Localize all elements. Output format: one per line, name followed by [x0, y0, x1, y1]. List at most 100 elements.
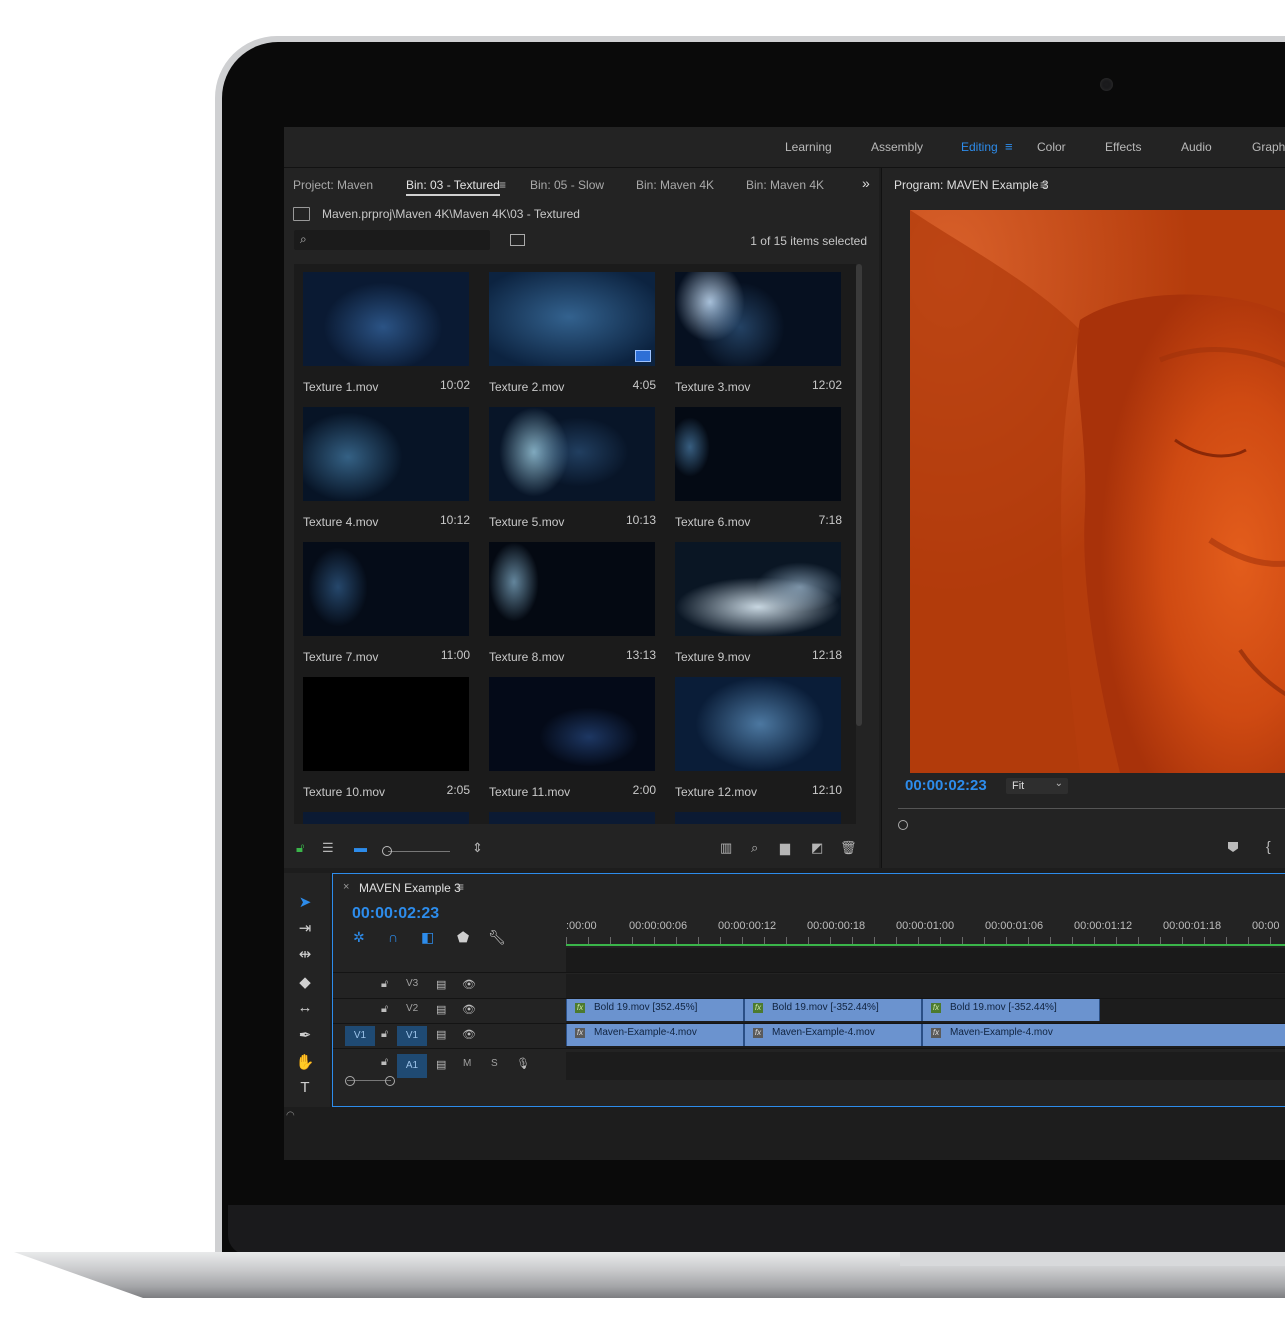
clip-tile[interactable]: Texture 5.mov 10:13	[480, 399, 666, 533]
overflow-chevron-icon[interactable]: »	[862, 175, 870, 191]
track-v3[interactable]	[566, 974, 1285, 998]
slip-tool-icon[interactable]: ↔	[293, 999, 317, 1021]
wrench-icon[interactable]: 🔧︎	[488, 929, 506, 946]
pen-tool-icon[interactable]: ✒	[293, 1026, 317, 1048]
selection-tool-icon[interactable]: ➤	[293, 893, 317, 915]
thumbnail-highlight	[529, 417, 629, 487]
program-scrubber[interactable]	[898, 808, 1285, 823]
sync-lock-icon[interactable]: ▤	[436, 1058, 446, 1071]
icon-view-icon[interactable]: ▬	[354, 840, 367, 855]
sort-icon[interactable]: ⇕	[472, 840, 483, 856]
sequence-tab[interactable]: MAVEN Example 3	[359, 881, 461, 895]
sync-lock-icon[interactable]: ▤	[436, 978, 446, 991]
track-label-a1[interactable]: A1	[397, 1054, 427, 1078]
panel-menu-icon[interactable]: ≡	[499, 178, 506, 192]
track-v1[interactable]: fx Maven-Example-4.mov fx Maven-Example-…	[566, 1024, 1285, 1048]
clip-v2-1[interactable]: fx Bold 19.mov [352.45%]	[566, 999, 744, 1021]
solo-button[interactable]: S	[491, 1058, 498, 1069]
tab-bin-maven-4k[interactable]: Bin: Maven 4K	[636, 178, 714, 192]
clip-tile[interactable]: Texture 2.mov 4:05	[480, 264, 666, 398]
tab-project-maven[interactable]: Project: Maven	[293, 178, 373, 192]
program-playhead[interactable]	[898, 820, 908, 830]
program-menu-icon[interactable]: ≡	[1040, 178, 1047, 192]
track-v2[interactable]: fx Bold 19.mov [352.45%] fx Bold 19.mov …	[566, 999, 1285, 1023]
workspace-color[interactable]: Color	[1037, 140, 1066, 154]
add-marker-icon[interactable]: ⬟	[457, 929, 469, 946]
clip-tile[interactable]: Texture 4.mov 10:12	[294, 399, 480, 533]
grid-scrollbar[interactable]	[856, 264, 862, 726]
tab-bin-slow[interactable]: Bin: 05 - Slow	[530, 178, 604, 192]
clip-tile[interactable]: Texture 6.mov 7:18	[666, 399, 852, 533]
timeline-timecode[interactable]: 00:00:02:23	[352, 905, 439, 923]
tab-bin-maven-4k-2[interactable]: Bin: Maven 4K	[746, 178, 824, 192]
new-search-bin-icon[interactable]	[510, 234, 525, 246]
ripple-edit-tool-icon[interactable]: ⇹	[293, 945, 317, 967]
clip-v1-2[interactable]: fx Maven-Example-4.mov	[744, 1024, 922, 1046]
eye-icon[interactable]: 👁︎	[462, 1028, 476, 1041]
clip-tile[interactable]: Texture 11.mov 2:00	[480, 669, 666, 803]
lock-icon[interactable]: 🔓︎	[381, 978, 388, 991]
clip-tile[interactable]: Texture 8.mov 13:13	[480, 534, 666, 668]
program-title[interactable]: Program: MAVEN Example 3	[894, 178, 1049, 192]
snap-magnet-icon[interactable]: ∩	[388, 929, 398, 945]
workspace-assembly[interactable]: Assembly	[871, 140, 923, 154]
lock-icon[interactable]: 🔓︎	[381, 1028, 388, 1041]
clip-tile[interactable]: Texture 1.mov 10:02	[294, 264, 480, 398]
workspace-learning[interactable]: Learning	[785, 140, 832, 154]
clip-tile[interactable]: Texture 3.mov 12:02	[666, 264, 852, 398]
new-bin-icon[interactable]: ▆	[780, 840, 790, 856]
scroll-knob-left[interactable]	[345, 1076, 355, 1086]
lock-icon[interactable]: 🔓︎	[381, 1003, 388, 1016]
eye-icon[interactable]: 👁︎	[462, 1003, 476, 1016]
clip-v2-2[interactable]: fx Bold 19.mov [-352.44%]	[744, 999, 922, 1021]
zoom-slider-knob[interactable]	[382, 846, 392, 856]
timeline-menu-icon[interactable]: ≡	[457, 880, 464, 894]
track-a1[interactable]	[566, 1052, 1285, 1080]
workspace-effects[interactable]: Effects	[1105, 140, 1141, 154]
workspace-audio[interactable]: Audio	[1181, 140, 1212, 154]
track-label-v1[interactable]: V1	[397, 1026, 427, 1046]
source-patch-v1[interactable]: V1	[345, 1026, 375, 1046]
clip-v1-1[interactable]: fx Maven-Example-4.mov	[566, 1024, 744, 1046]
workspace-editing[interactable]: Editing	[961, 140, 998, 154]
sync-lock-icon[interactable]: ▤	[436, 1003, 446, 1016]
linked-selection-icon[interactable]: ◧	[421, 929, 434, 946]
close-icon[interactable]: ×	[343, 881, 349, 893]
lock-icon[interactable]: 🔓︎	[296, 840, 304, 856]
clip-tile[interactable]: Texture 7.mov 11:00	[294, 534, 480, 668]
workspace-menu-icon[interactable]: ≡	[1005, 139, 1013, 154]
new-item-icon[interactable]: ◩	[811, 840, 823, 856]
track-select-tool-icon[interactable]: ⇥	[293, 919, 317, 941]
lock-icon[interactable]: 🔓︎	[381, 1056, 388, 1069]
zoom-level-select[interactable]: Fit ⌄	[1006, 778, 1068, 794]
tab-bin-textured[interactable]: Bin: 03 - Textured	[406, 178, 500, 196]
nest-icon[interactable]: ✲	[353, 929, 365, 946]
clip-grid: Texture 1.mov 10:02 Texture 2.mov 4:05 Textu…	[294, 264, 856, 824]
zoom-slider-track[interactable]	[388, 851, 450, 852]
track-label-v2[interactable]: V2	[406, 1003, 418, 1014]
clip-name: Texture 11.mov	[489, 785, 571, 799]
microphone-icon[interactable]: 🎙︎	[516, 1057, 530, 1070]
find-icon[interactable]: ⌕	[751, 840, 758, 856]
hand-tool-icon[interactable]: ✋	[293, 1053, 317, 1075]
eye-icon[interactable]: 👁︎	[462, 978, 476, 991]
clip-tile[interactable]: Texture 10.mov 2:05	[294, 669, 480, 803]
mark-in-icon[interactable]: {	[1266, 838, 1271, 854]
clip-v1-3[interactable]: fx Maven-Example-4.mov	[922, 1024, 1285, 1046]
automate-to-sequence-icon[interactable]: ▥	[720, 840, 732, 856]
workspace-graphics[interactable]: Graphi	[1252, 140, 1285, 154]
program-timecode[interactable]: 00:00:02:23	[905, 777, 987, 794]
razor-tool-icon[interactable]: ◆	[293, 973, 317, 995]
add-marker-icon[interactable]	[1228, 842, 1238, 852]
clip-v2-3[interactable]: fx Bold 19.mov [-352.44%]	[922, 999, 1100, 1021]
mute-button[interactable]: M	[463, 1058, 471, 1069]
type-tool-icon[interactable]: T	[293, 1079, 317, 1101]
track-label-v3[interactable]: V3	[406, 978, 418, 989]
scroll-knob-right[interactable]	[385, 1076, 395, 1086]
search-input[interactable]: ⌕	[294, 230, 490, 250]
clip-tile[interactable]: Texture 9.mov 12:18	[666, 534, 852, 668]
sync-lock-icon[interactable]: ▤	[436, 1028, 446, 1041]
list-view-icon[interactable]: ☰	[322, 840, 334, 856]
clip-tile[interactable]: Texture 12.mov 12:10	[666, 669, 852, 803]
trash-icon[interactable]: 🗑︎	[840, 840, 857, 856]
